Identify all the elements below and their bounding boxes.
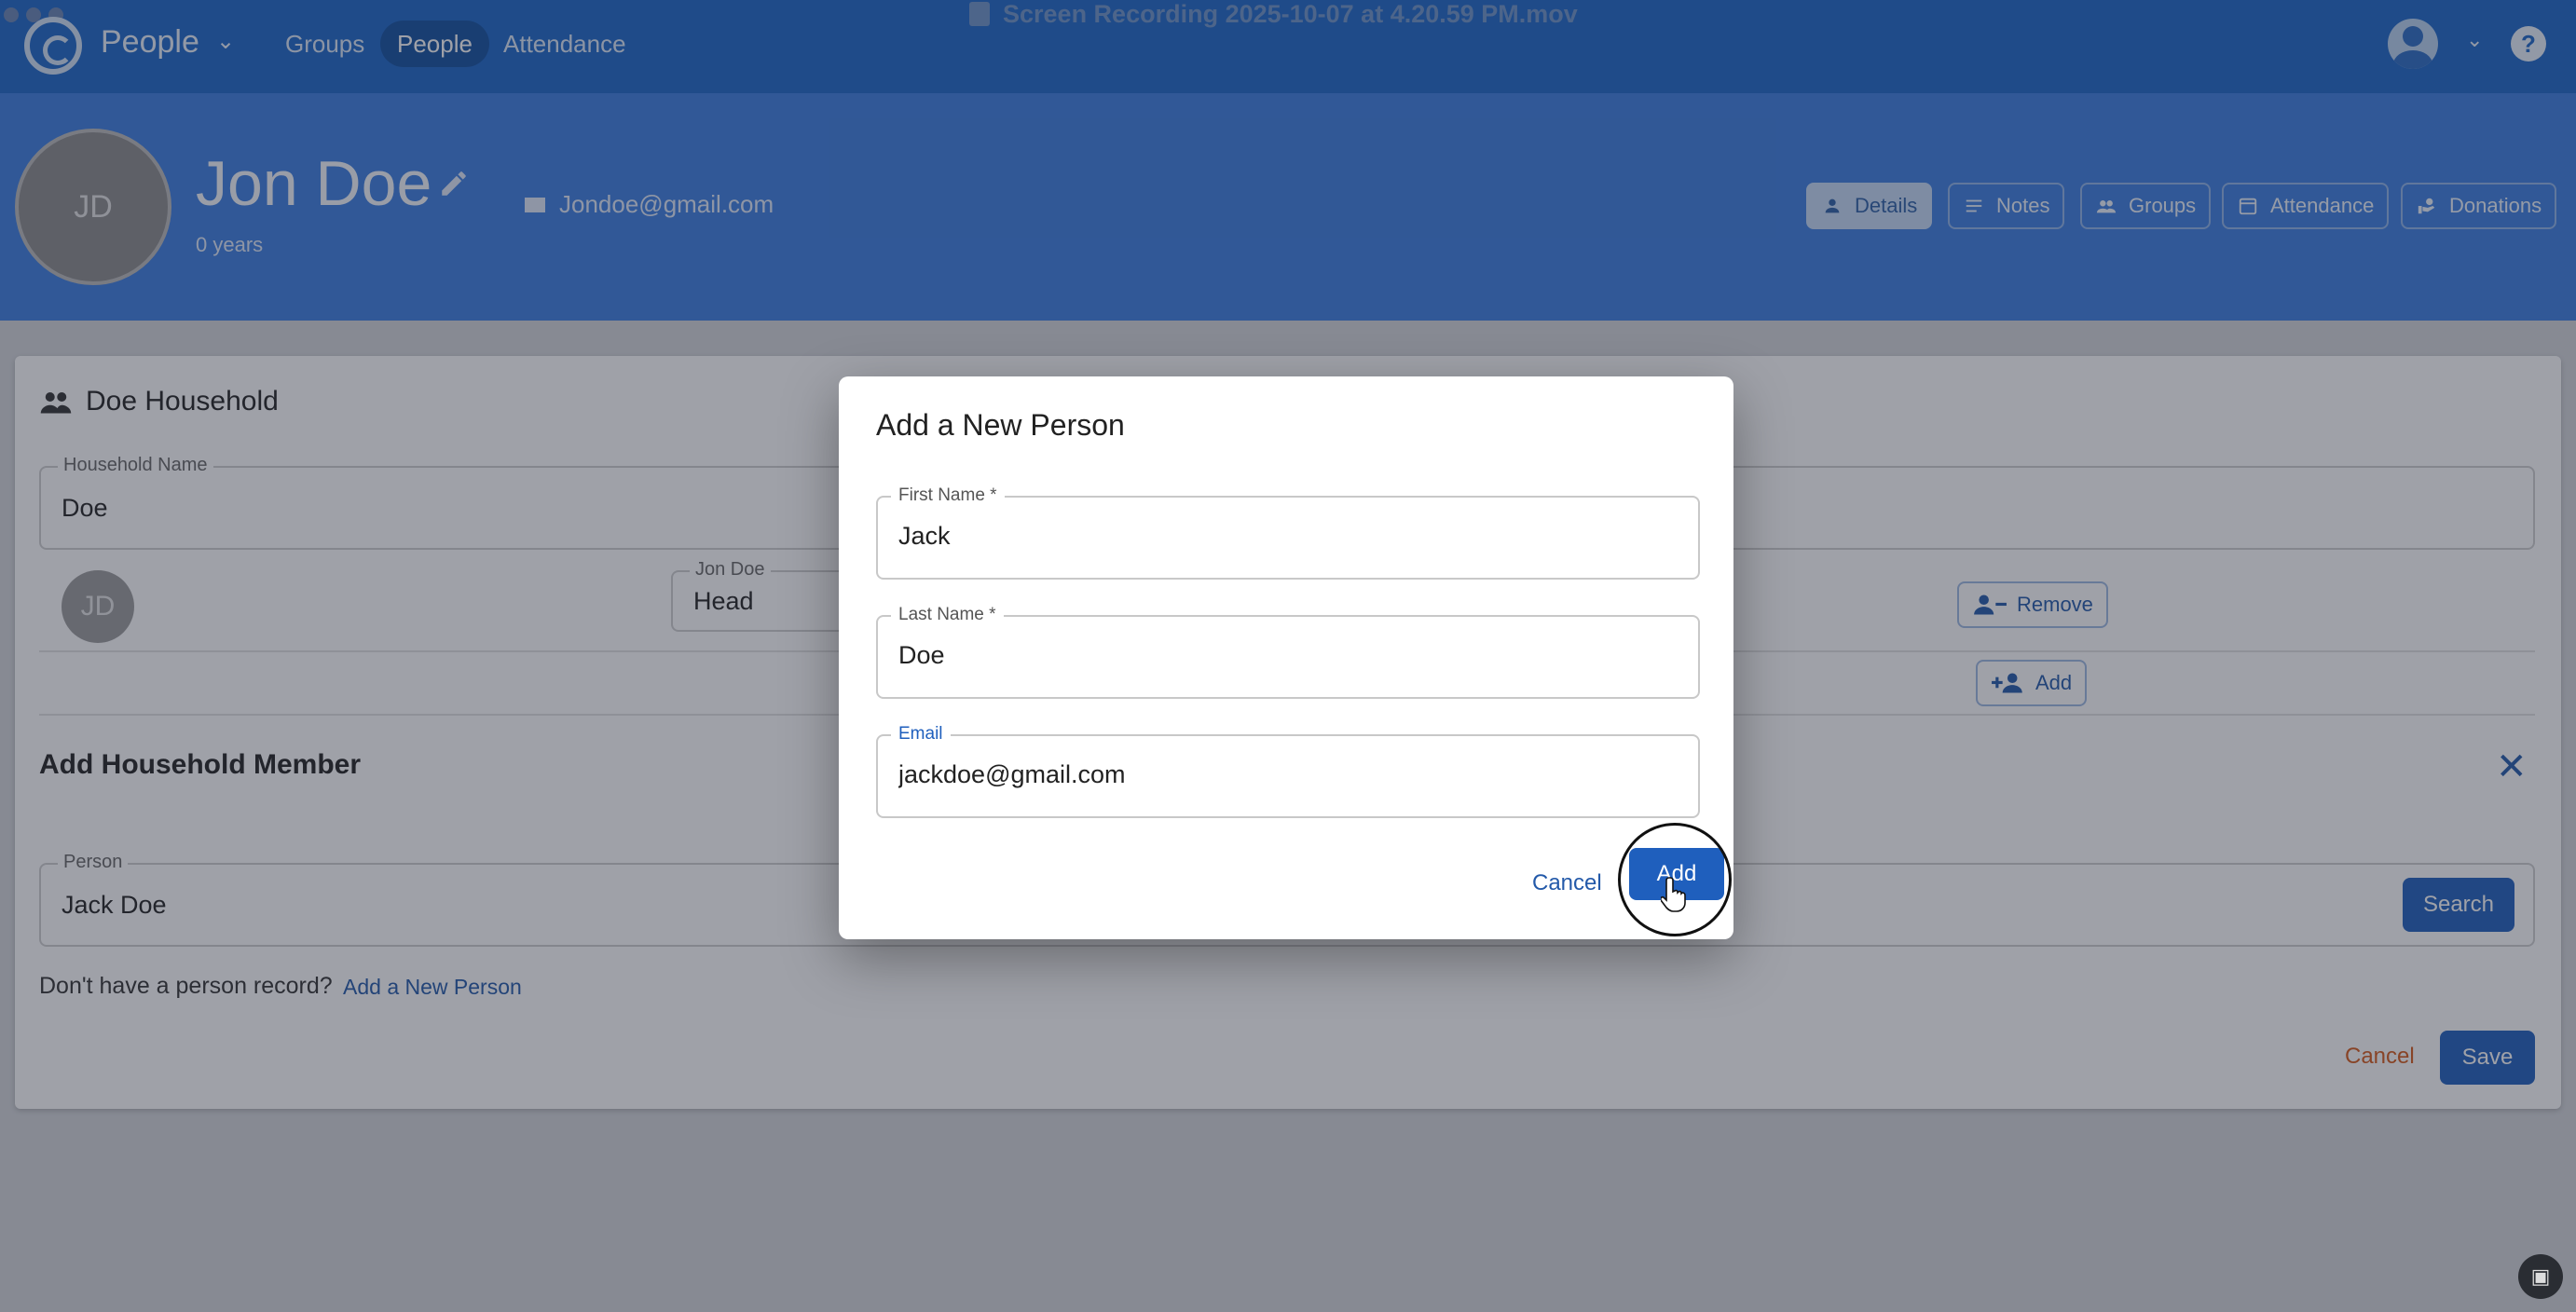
email-field[interactable]: Email (876, 724, 1700, 818)
add-new-person-dialog: Add a New Person First Name * Last Name … (839, 376, 1733, 939)
hand-cursor-icon (1661, 877, 1686, 912)
screen-capture-icon[interactable]: ▣ (2518, 1254, 2563, 1299)
last-name-input[interactable] (898, 641, 1681, 670)
last-name-field[interactable]: Last Name * (876, 605, 1700, 699)
email-label: Email (891, 724, 951, 745)
dialog-cancel-button[interactable]: Cancel (1532, 870, 1602, 896)
email-input[interactable] (898, 760, 1681, 789)
first-name-label: First Name * (891, 485, 1005, 506)
first-name-field[interactable]: First Name * (876, 485, 1700, 580)
dialog-title: Add a New Person (876, 408, 1125, 442)
last-name-label: Last Name * (891, 605, 1004, 625)
first-name-input[interactable] (898, 522, 1681, 551)
